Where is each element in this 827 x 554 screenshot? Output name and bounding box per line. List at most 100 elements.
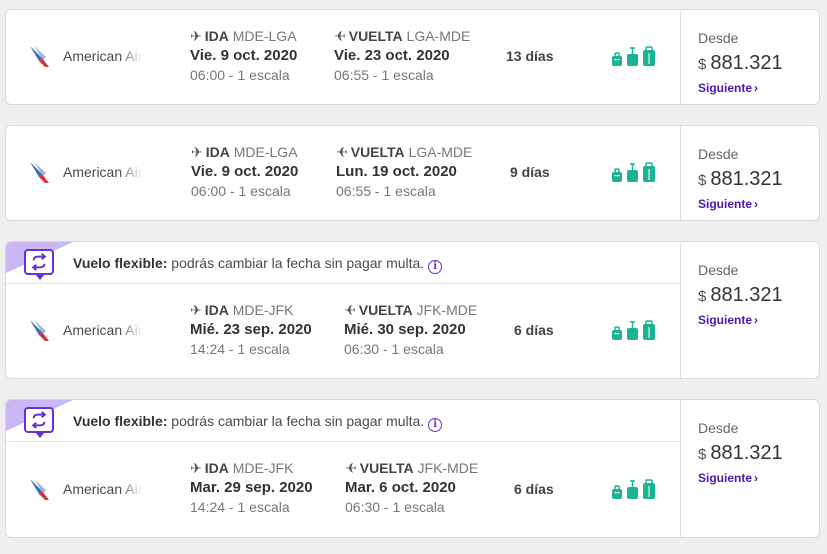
flexible-badge xyxy=(24,249,54,280)
leg-time-stops: 14:24 - 1 escala xyxy=(190,499,290,515)
leg-label: IDA xyxy=(204,460,229,476)
currency-symbol: $ xyxy=(698,446,707,463)
price-panel: Desde $881.321 Siguiente › xyxy=(680,400,819,537)
flight-result-card[interactable]: Vuelo flexible: podrás cambiar la fecha … xyxy=(5,241,820,379)
airline-name: American Airlines xyxy=(63,164,143,180)
leg-route: MDE-LGA xyxy=(233,144,298,160)
outbound-leg: ✈ IDA MDE-LGA Vie. 9 oct. 2020 06:00 - 1 … xyxy=(191,143,298,200)
leg-label: IDA xyxy=(204,302,229,318)
leg-label: VUELTA xyxy=(358,302,413,318)
inbound-leg: ✈ VUELTA LGA-MDE Vie. 23 oct. 2020 06:55 … xyxy=(334,27,470,84)
flight-result-card[interactable]: American Airlines ✈IDA MDE-LGA Vie. 9 oc… xyxy=(5,9,820,105)
leg-date: Vie. 9 oct. 2020 xyxy=(191,163,299,180)
leg-label: IDA xyxy=(204,28,229,44)
info-icon[interactable]: i xyxy=(428,260,443,274)
price-value: $881.321 xyxy=(698,168,783,191)
leg-date: Lun. 19 oct. 2020 xyxy=(336,163,457,180)
plane-return-icon: ✈ xyxy=(344,302,356,318)
chevron-right-icon: › xyxy=(754,197,759,211)
price-value: $881.321 xyxy=(698,442,783,465)
flexible-title: Vuelo flexible: xyxy=(73,413,168,429)
flexible-text: podrás cambiar la fecha sin pagar multa. xyxy=(171,255,425,271)
price-panel: Desde $881.321 Siguiente › xyxy=(680,126,819,220)
price-label: Desde xyxy=(698,420,739,436)
trip-duration: 9 días xyxy=(510,164,550,180)
leg-route: LGA-MDE xyxy=(406,28,471,44)
leg-time-stops: 06:00 - 1 escala xyxy=(190,67,290,83)
trip-duration: 6 días xyxy=(514,322,554,338)
currency-symbol: $ xyxy=(698,56,707,73)
inbound-leg: ✈ VUELTA JFK-MDE Mar. 6 oct. 2020 06:30 -… xyxy=(345,459,478,516)
price-amount: 881.321 xyxy=(710,168,783,190)
leg-time-stops: 06:55 - 1 escala xyxy=(336,183,436,199)
leg-date: Mié. 23 sep. 2020 xyxy=(190,321,312,338)
price-amount: 881.321 xyxy=(710,52,783,74)
flexible-message: Vuelo flexible: podrás cambiar la fecha … xyxy=(73,255,443,274)
leg-route: MDE-JFK xyxy=(232,460,294,476)
plane-departure-icon: ✈ xyxy=(190,460,202,476)
next-button[interactable]: Siguiente › xyxy=(698,471,758,485)
inbound-leg: ✈ VUELTA LGA-MDE Lun. 19 oct. 2020 06:55 … xyxy=(336,143,472,200)
leg-date: Mié. 30 sep. 2020 xyxy=(344,321,466,338)
leg-route: MDE-JFK xyxy=(232,302,294,318)
american-airlines-logo xyxy=(28,159,54,185)
price-label: Desde xyxy=(698,30,739,46)
leg-date: Mar. 29 sep. 2020 xyxy=(190,479,313,496)
leg-time-stops: 14:24 - 1 escala xyxy=(190,341,290,357)
chevron-right-icon: › xyxy=(754,81,759,95)
swap-icon xyxy=(30,411,48,429)
airline-name: American Airlines xyxy=(63,48,143,64)
airline-name: American Airlines xyxy=(63,481,143,497)
baggage-icon xyxy=(610,320,658,342)
baggage-icon xyxy=(610,46,658,68)
plane-return-icon: ✈ xyxy=(334,28,346,44)
leg-route: JFK-MDE xyxy=(416,302,478,318)
price-panel: Desde $881.321 Siguiente › xyxy=(680,10,819,104)
next-button[interactable]: Siguiente › xyxy=(698,197,758,211)
price-value: $881.321 xyxy=(698,52,783,75)
next-button[interactable]: Siguiente › xyxy=(698,81,758,95)
leg-time-stops: 06:00 - 1 escala xyxy=(191,183,291,199)
next-label: Siguiente xyxy=(698,81,753,95)
airline-name: American Airlines xyxy=(63,322,143,338)
outbound-leg: ✈ IDA MDE-LGA Vie. 9 oct. 2020 06:00 - 1 … xyxy=(190,27,297,84)
leg-label: IDA xyxy=(205,144,230,160)
next-label: Siguiente xyxy=(698,197,753,211)
flight-result-card[interactable]: Vuelo flexible: podrás cambiar la fecha … xyxy=(5,399,820,538)
info-icon[interactable]: i xyxy=(428,418,443,432)
plane-departure-icon: ✈ xyxy=(191,144,203,160)
next-button[interactable]: Siguiente › xyxy=(698,313,758,327)
american-airlines-logo xyxy=(28,317,54,343)
american-airlines-logo xyxy=(28,43,54,69)
price-value: $881.321 xyxy=(698,284,783,307)
flexible-message: Vuelo flexible: podrás cambiar la fecha … xyxy=(73,413,443,432)
trip-duration: 6 días xyxy=(514,481,554,497)
price-panel: Desde $881.321 Siguiente › xyxy=(680,242,819,378)
leg-date: Vie. 23 oct. 2020 xyxy=(334,47,450,64)
price-amount: 881.321 xyxy=(710,442,783,464)
flexible-text: podrás cambiar la fecha sin pagar multa. xyxy=(171,413,425,429)
american-airlines-logo xyxy=(28,476,54,502)
leg-route: MDE-LGA xyxy=(232,28,297,44)
chevron-right-icon: › xyxy=(754,313,759,327)
leg-route: JFK-MDE xyxy=(417,460,479,476)
plane-return-icon: ✈ xyxy=(336,144,348,160)
plane-departure-icon: ✈ xyxy=(190,28,202,44)
plane-departure-icon: ✈ xyxy=(190,302,202,318)
price-label: Desde xyxy=(698,262,739,278)
flexible-badge xyxy=(24,407,54,438)
baggage-icon xyxy=(610,162,658,184)
leg-time-stops: 06:55 - 1 escala xyxy=(334,67,434,83)
flexible-title: Vuelo flexible: xyxy=(73,255,168,271)
flight-result-card[interactable]: American Airlines ✈IDA MDE-LGA Vie. 9 oc… xyxy=(5,125,820,221)
next-label: Siguiente xyxy=(698,313,753,327)
price-amount: 881.321 xyxy=(710,284,783,306)
swap-icon xyxy=(30,253,48,271)
inbound-leg: ✈ VUELTA JFK-MDE Mié. 30 sep. 2020 06:30 … xyxy=(344,301,477,358)
leg-date: Vie. 9 oct. 2020 xyxy=(190,47,298,64)
plane-return-icon: ✈ xyxy=(345,460,357,476)
leg-label: VUELTA xyxy=(359,460,414,476)
leg-label: VUELTA xyxy=(350,144,405,160)
next-label: Siguiente xyxy=(698,471,753,485)
outbound-leg: ✈ IDA MDE-JFK Mar. 29 sep. 2020 14:24 - 1… xyxy=(190,459,313,516)
